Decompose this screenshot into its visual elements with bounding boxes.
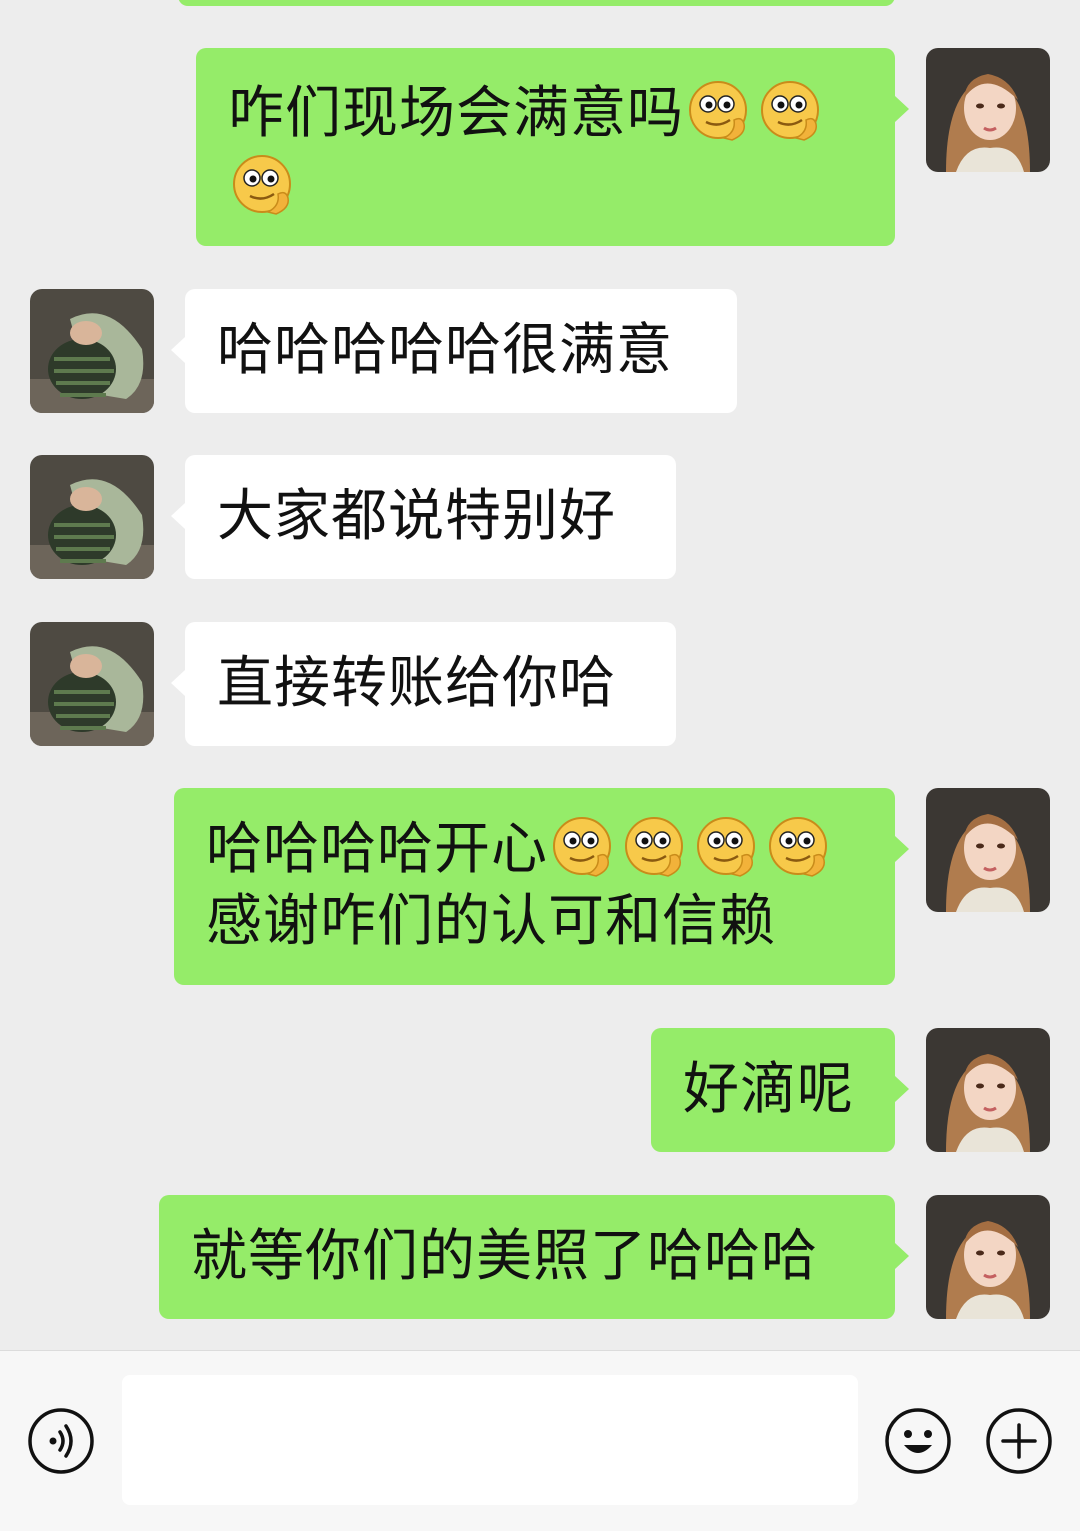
thinking-face-emoji-icon: [548, 812, 616, 880]
emoji-face-icon[interactable]: [884, 1407, 952, 1475]
thinking-face-emoji-icon: [620, 812, 688, 880]
thinking-face-emoji-icon: [228, 150, 296, 218]
bubble-tail: [895, 1243, 909, 1269]
my-avatar[interactable]: [926, 1028, 1050, 1152]
message-text-line2: 感谢咋们的认可和信赖: [206, 889, 776, 954]
input-bar: [0, 1350, 1080, 1531]
plus-icon[interactable]: [985, 1407, 1053, 1475]
bubble-tail: [895, 1076, 909, 1102]
message-input[interactable]: [122, 1375, 858, 1505]
message-text: 直接转账给你哈: [217, 651, 616, 716]
bubble-tail: [895, 836, 909, 862]
message-bubble-received[interactable]: 哈哈哈哈哈很满意: [185, 289, 737, 413]
thinking-face-emoji-icon: [692, 812, 760, 880]
my-avatar[interactable]: [926, 1195, 1050, 1319]
message-text: 大家都说特别好: [217, 484, 616, 549]
message-bubble-sent[interactable]: 咋们现场会满意吗: [196, 48, 895, 246]
bubble-tail: [171, 337, 185, 363]
contact-avatar[interactable]: [30, 622, 154, 746]
bubble-tail: [171, 670, 185, 696]
message-bubble-sent[interactable]: 哈哈哈哈开心感谢咋们的认可和信赖: [174, 788, 895, 985]
my-avatar[interactable]: [926, 788, 1050, 912]
chat-history[interactable]: 咋们现场会满意吗 哈哈哈哈哈很满意 大家都说特别好 直接转账给你哈 哈哈哈哈开心…: [0, 0, 1080, 1350]
bubble-tail: [171, 503, 185, 529]
message-bubble-received[interactable]: 直接转账给你哈: [185, 622, 676, 746]
message-bubble-sent[interactable]: 就等你们的美照了哈哈哈: [159, 1195, 895, 1319]
previous-message-bubble[interactable]: [178, 0, 895, 6]
contact-avatar[interactable]: [30, 289, 154, 413]
thinking-face-emoji-icon: [764, 812, 832, 880]
message-text: 好滴呢: [683, 1057, 854, 1122]
bubble-tail: [895, 96, 909, 122]
message-text: 哈哈哈哈开心: [206, 817, 548, 882]
message-bubble-received[interactable]: 大家都说特别好: [185, 455, 676, 579]
my-avatar[interactable]: [926, 48, 1050, 172]
message-text: 就等你们的美照了哈哈哈: [191, 1224, 818, 1289]
message-bubble-sent[interactable]: 好滴呢: [651, 1028, 895, 1152]
thinking-face-emoji-icon: [756, 76, 824, 144]
voice-icon[interactable]: [27, 1407, 95, 1475]
message-text: 咋们现场会满意吗: [228, 81, 684, 146]
message-text: 哈哈哈哈哈很满意: [217, 318, 673, 383]
contact-avatar[interactable]: [30, 455, 154, 579]
thinking-face-emoji-icon: [684, 76, 752, 144]
